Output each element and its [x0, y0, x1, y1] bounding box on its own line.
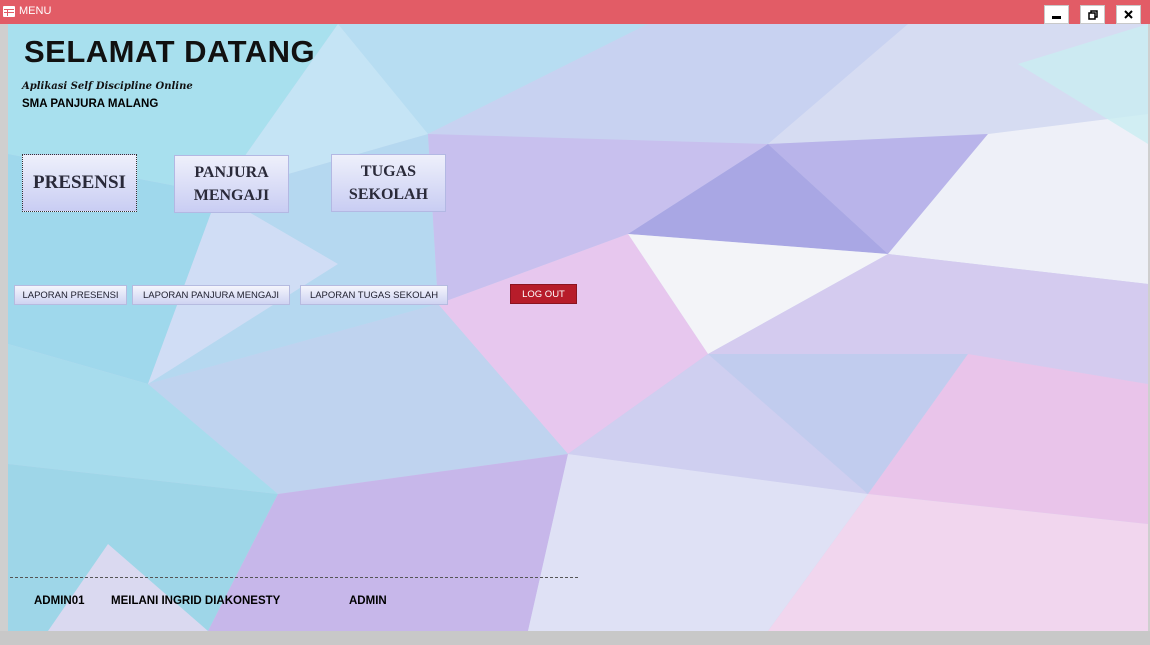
window-frame-bottom	[0, 631, 1150, 645]
presensi-button[interactable]: PRESENSI	[22, 154, 137, 212]
laporan-presensi-button[interactable]: LAPORAN PRESENSI	[14, 285, 127, 305]
minimize-icon	[1052, 16, 1061, 19]
footer-divider	[10, 577, 578, 578]
user-name: MEILANI INGRID DIAKONESTY	[111, 595, 281, 607]
restore-icon	[1087, 9, 1098, 20]
close-button[interactable]	[1116, 5, 1141, 24]
app-subtitle: Aplikasi Self Discipline Online	[22, 81, 193, 92]
minimize-button[interactable]	[1044, 5, 1069, 24]
window-title: MENU	[19, 5, 52, 17]
polygon-background	[8, 24, 1148, 631]
laporan-panjura-mengaji-button[interactable]: LAPORAN PANJURA MENGAJI	[132, 285, 290, 305]
user-role: ADMIN	[349, 595, 387, 607]
app-window-icon	[3, 6, 15, 17]
close-icon	[1124, 10, 1133, 19]
window-frame-left	[0, 24, 8, 645]
title-bar: MENU	[0, 0, 1150, 24]
panjura-mengaji-button[interactable]: PANJURA MENGAJI	[174, 155, 289, 213]
restore-button[interactable]	[1080, 5, 1105, 24]
user-id: ADMIN01	[34, 595, 85, 607]
logout-button[interactable]: LOG OUT	[510, 284, 577, 304]
school-name: SMA PANJURA MALANG	[22, 98, 159, 110]
welcome-heading: SELAMAT DATANG	[24, 34, 316, 69]
tugas-sekolah-button[interactable]: TUGAS SEKOLAH	[331, 154, 446, 212]
laporan-tugas-sekolah-button[interactable]: LAPORAN TUGAS SEKOLAH	[300, 285, 448, 305]
